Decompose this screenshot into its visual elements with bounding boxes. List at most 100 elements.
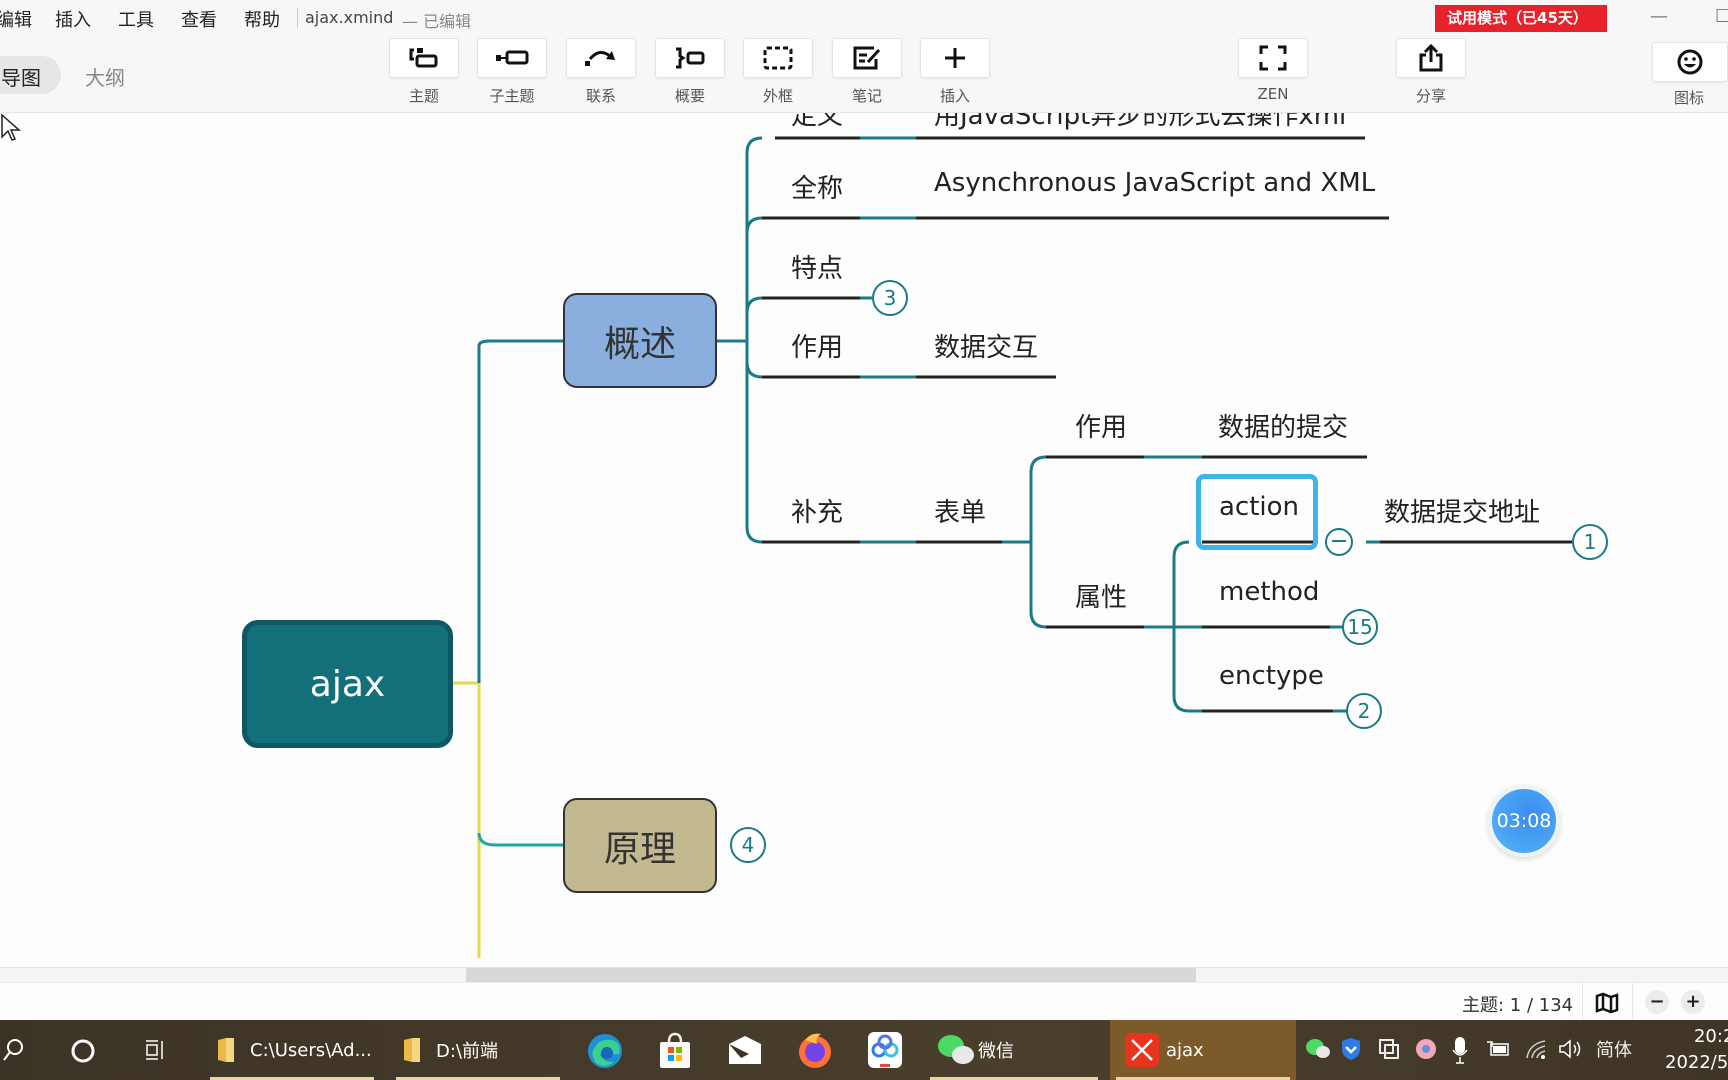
baidu-netdisk-icon[interactable] — [866, 1030, 904, 1070]
timer-widget[interactable]: 03:08 — [1488, 785, 1560, 857]
summary-icon — [676, 47, 705, 69]
edited-status: — 已编辑 — [402, 12, 472, 31]
subtopic-icon — [496, 50, 529, 65]
taskbar-item-label: 微信 — [978, 1041, 1014, 1062]
subtopic-fullname[interactable]: 全称 — [791, 168, 843, 205]
tab-outline[interactable]: 大纲 — [85, 62, 125, 91]
subtopic-definition-value[interactable]: 用JavaScript异步的形式去操作xml — [934, 113, 1346, 132]
cortana-icon[interactable] — [70, 1038, 96, 1064]
search-icon[interactable] — [2, 1038, 24, 1062]
share-button[interactable] — [1396, 38, 1466, 78]
topic-principle[interactable]: 原理 — [563, 798, 717, 893]
collapsed-count-badge[interactable]: 15 — [1342, 609, 1378, 645]
collapsed-count-badge[interactable]: 3 — [872, 280, 908, 316]
topic-label: 主题 — [408, 87, 439, 105]
central-topic[interactable]: ajax — [242, 620, 453, 748]
tab-mindmap-label: 导图 — [1, 66, 41, 90]
taskbar-item-xmind[interactable]: ajax — [1110, 1020, 1296, 1080]
wechat-tray-icon[interactable] — [1305, 1038, 1331, 1060]
subtopic-method[interactable]: method — [1219, 577, 1319, 607]
note-button[interactable] — [832, 38, 902, 78]
collapse-icon[interactable] — [1325, 528, 1353, 556]
file-name: ajax.xmind — [305, 8, 394, 27]
ime-indicator[interactable]: 简体 — [1596, 1036, 1632, 1062]
connector-overview-vertical — [745, 136, 763, 544]
summary-button[interactable] — [655, 38, 725, 78]
subtopic-definition[interactable]: 定义 — [791, 113, 843, 132]
insert-button[interactable] — [920, 38, 990, 78]
subtopic-form-purpose[interactable]: 作用 — [1075, 407, 1127, 444]
menu-tools[interactable]: 工具 — [118, 6, 154, 32]
menu-insert[interactable]: 插入 — [55, 6, 91, 32]
xmind-icon — [1125, 1033, 1159, 1067]
insert-label: 插入 — [939, 87, 970, 105]
topic-overview[interactable]: 概述 — [563, 293, 717, 388]
subtopic-form[interactable]: 表单 — [934, 492, 986, 529]
icon-label: 图标 — [1673, 89, 1704, 107]
folder-icon — [404, 1038, 420, 1062]
menu-view[interactable]: 查看 — [181, 6, 217, 32]
subtopic-enctype[interactable]: enctype — [1219, 661, 1324, 691]
taskbar-item-wechat[interactable]: 微信 — [924, 1020, 1104, 1080]
subtopic-supplement[interactable]: 补充 — [791, 492, 843, 529]
collapsed-count-badge[interactable]: 1 — [1572, 524, 1608, 560]
battery-icon[interactable] — [1486, 1040, 1510, 1058]
zen-label: ZEN — [1257, 85, 1289, 103]
collapsed-count-badge[interactable]: 2 — [1346, 693, 1382, 729]
taskbar-item-explorer-frontend[interactable]: D:\前端 — [390, 1020, 566, 1080]
boundary-button[interactable] — [743, 38, 813, 78]
subtopic-button[interactable] — [477, 38, 547, 78]
edge-icon[interactable] — [586, 1032, 624, 1070]
task-view-icon[interactable] — [144, 1038, 166, 1062]
fullscreen-icon — [1259, 45, 1287, 71]
icon-button[interactable] — [1652, 42, 1728, 82]
subtopic-label: 子主题 — [489, 87, 535, 105]
boundary-label: 外框 — [762, 87, 793, 105]
mindmap-canvas[interactable]: ajax 概述 原理 4 定义 用JavaScript异步的形式去操作xml 全… — [0, 113, 1728, 968]
flower-tray-icon[interactable] — [1414, 1037, 1438, 1061]
tab-mindmap[interactable]: 导图 — [0, 56, 61, 94]
folder-icon — [218, 1038, 234, 1062]
topic-button[interactable] — [389, 38, 459, 78]
subtopic-purpose[interactable]: 作用 — [791, 327, 843, 364]
security-shield-icon[interactable] — [1340, 1036, 1362, 1062]
zoom-in-button[interactable]: + — [1681, 990, 1705, 1014]
mail-icon[interactable] — [727, 1034, 763, 1066]
subtopic-purpose-value[interactable]: 数据交互 — [934, 327, 1038, 364]
trial-mode-badge[interactable]: 试用模式（已45天） — [1435, 5, 1607, 32]
subtopic-action-value[interactable]: 数据提交地址 — [1384, 492, 1540, 529]
subtopic-action[interactable]: action — [1219, 492, 1299, 522]
subtopic-feature[interactable]: 特点 — [791, 248, 843, 285]
zoom-out-button[interactable]: − — [1645, 990, 1669, 1014]
subtopic-form-purpose-value[interactable]: 数据的提交 — [1218, 407, 1348, 444]
connector-lines — [453, 136, 1573, 958]
menu-edit[interactable]: 编辑 — [0, 6, 32, 32]
copy-tray-icon[interactable] — [1378, 1038, 1400, 1060]
maximize-icon[interactable]: ☐ — [1715, 6, 1728, 27]
taskbar-item-label: C:\Users\Ad... — [250, 1039, 372, 1061]
collapsed-count-badge[interactable]: 4 — [730, 827, 766, 863]
subtopic-form-attributes[interactable]: 属性 — [1075, 577, 1127, 614]
system-clock[interactable]: 20:2 2022/5/ — [1665, 1024, 1728, 1076]
minimize-icon[interactable]: — — [1650, 6, 1668, 27]
subtopic-fullname-value[interactable]: Asynchronous JavaScript and XML — [934, 168, 1375, 198]
taskbar-item-label: ajax — [1166, 1039, 1204, 1061]
horizontal-scrollbar[interactable] — [0, 967, 1728, 983]
share-label: 分享 — [1415, 87, 1446, 105]
taskbar-item-label: D:\前端 — [436, 1041, 498, 1062]
boundary-icon — [763, 46, 793, 70]
zen-button[interactable] — [1238, 38, 1308, 78]
volume-icon[interactable] — [1558, 1038, 1584, 1060]
microphone-icon[interactable] — [1452, 1036, 1468, 1064]
taskbar-item-explorer-users[interactable]: C:\Users\Ad... — [204, 1020, 380, 1080]
connector-form-vertical — [1029, 455, 1047, 629]
menu-help[interactable]: 帮助 — [244, 6, 280, 32]
scrollbar-thumb[interactable] — [466, 968, 1196, 983]
xmind-window: 编辑 插入 工具 查看 帮助 ajax.xmind — 已编辑 试用模式（已45… — [0, 0, 1728, 1080]
wifi-icon[interactable] — [1524, 1038, 1548, 1060]
relationship-button[interactable] — [566, 38, 636, 78]
store-icon[interactable] — [657, 1032, 693, 1070]
clock-date: 2022/5/ — [1665, 1052, 1728, 1073]
map-icon[interactable] — [1595, 992, 1619, 1014]
firefox-icon[interactable] — [797, 1030, 833, 1070]
